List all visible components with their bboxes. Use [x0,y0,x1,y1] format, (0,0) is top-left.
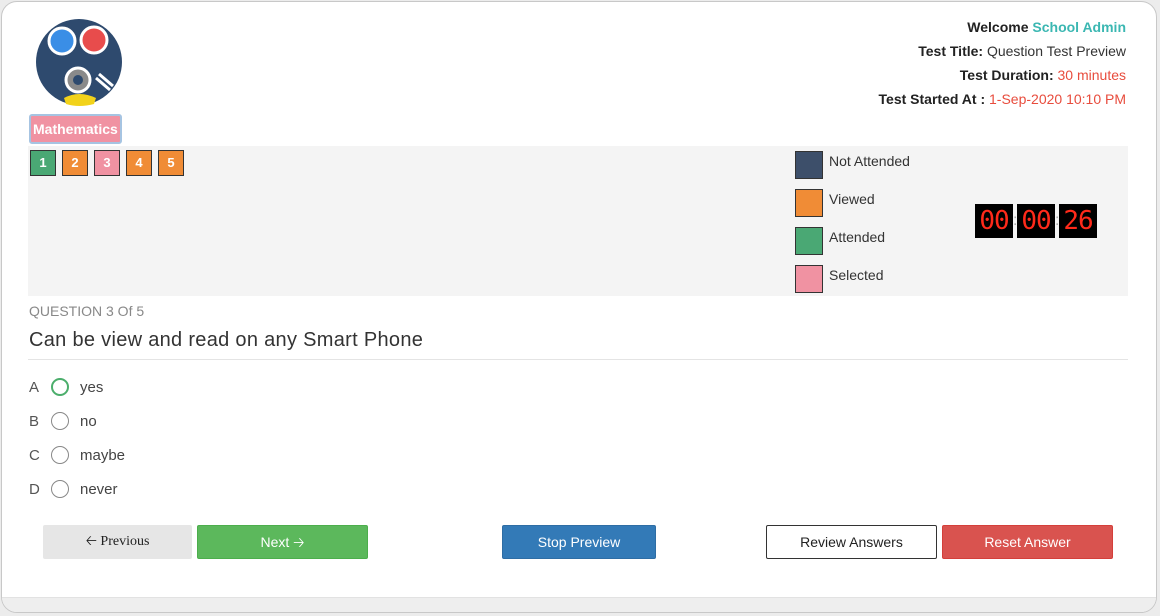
test-preview-card: Welcome School Admin Test Title: Questio… [1,1,1157,613]
previous-label: Previous [100,534,150,549]
legend-item: Selected [795,264,910,302]
next-label: Next [260,534,290,550]
test-duration: 30 minutes [1057,67,1126,83]
timer-minutes: 00 [1017,204,1055,238]
question-nav-button[interactable]: 4 [126,150,152,176]
timer-seconds: 26 [1059,204,1097,238]
option-letter: B [29,412,40,430]
footer-strip [2,597,1156,612]
welcome-line: Welcome School Admin [879,15,1126,39]
option-letter: D [29,480,40,498]
option-letter: C [29,446,40,464]
option-radio[interactable] [51,480,69,498]
question-nav-button[interactable]: 1 [30,150,56,176]
legend-swatch [795,189,823,217]
question-nav-button[interactable]: 5 [158,150,184,176]
question-nav-button[interactable]: 3 [94,150,120,176]
timer-hours: 00 [975,204,1013,238]
answer-option-c[interactable]: C maybe [29,438,125,472]
question-nav-button[interactable]: 2 [62,150,88,176]
test-duration-label: Test Duration: [959,67,1054,83]
legend-item: Viewed [795,188,910,226]
option-radio[interactable] [51,378,69,396]
question-text: Can be view and read on any Smart Phone [29,329,424,351]
answer-options: A yes B no C maybe D never [29,370,125,506]
option-text: never [80,480,118,498]
next-button[interactable]: Next 🡢 [197,525,368,559]
test-title-label: Test Title: [918,43,984,59]
review-answers-button[interactable]: Review Answers [766,525,937,559]
subject-tab-mathematics[interactable]: Mathematics [29,114,122,144]
question-number: QUESTION 3 Of 5 [29,303,145,319]
reset-answer-button[interactable]: Reset Answer [942,525,1113,559]
test-started-line: Test Started At : 1-Sep-2020 10:10 PM [879,87,1126,111]
test-duration-line: Test Duration: 30 minutes [879,63,1126,87]
school-logo [36,19,122,106]
welcome-label: Welcome [967,19,1029,35]
test-started-label: Test Started At : [878,91,986,107]
answer-option-b[interactable]: B no [29,404,125,438]
option-letter: A [29,378,40,396]
legend-label: Attended [829,229,886,245]
test-title-line: Test Title: Question Test Preview [879,39,1126,63]
test-title: Question Test Preview [986,43,1126,59]
legend-swatch [795,265,823,293]
test-info: Welcome School Admin Test Title: Questio… [879,15,1126,111]
option-text: no [80,412,97,430]
test-started-at: 1-Sep-2020 10:10 PM [989,91,1126,107]
legend-swatch [795,227,823,255]
legend-label: Viewed [829,191,875,207]
option-radio[interactable] [51,412,69,430]
arrow-right-icon: 🡢 [293,534,305,550]
divider [28,359,1128,360]
user-name: School Admin [1032,19,1126,35]
status-legend: Not Attended Viewed Attended Selected [795,150,910,302]
legend-label: Selected [829,267,884,283]
countdown-timer: 00 : 00 : 26 [975,204,1097,238]
legend-item: Not Attended [795,150,910,188]
legend-swatch [795,151,823,179]
option-text: yes [80,378,104,396]
answer-option-a[interactable]: A yes [29,370,125,404]
legend-label: Not Attended [829,153,910,169]
question-navigator: 1 2 3 4 5 [30,150,184,176]
answer-option-d[interactable]: D never [29,472,125,506]
legend-item: Attended [795,226,910,264]
previous-button[interactable]: 🡠 Previous [43,525,192,559]
option-text: maybe [80,446,126,464]
option-radio[interactable] [51,446,69,464]
question-status-panel: 1 2 3 4 5 Not Attended Viewed Attended S… [28,146,1128,296]
arrow-left-icon: 🡠 [85,534,97,549]
stop-preview-button[interactable]: Stop Preview [502,525,656,559]
